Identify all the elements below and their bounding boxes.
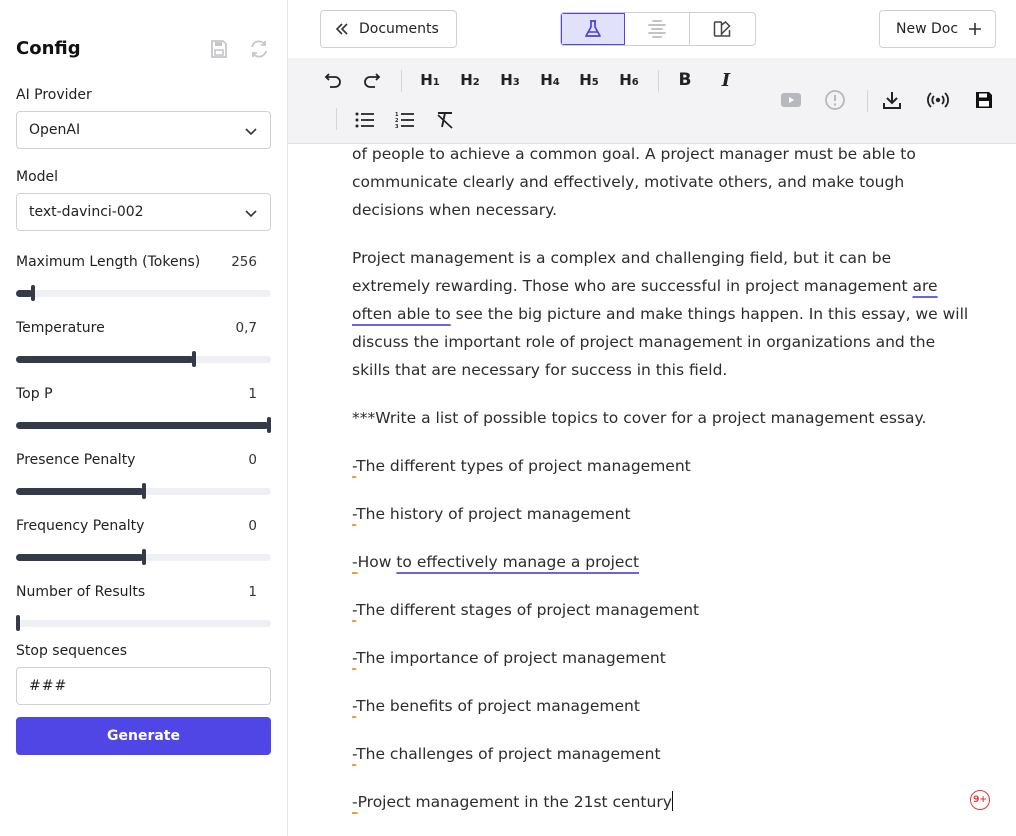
prompt-line: ***Write a list of possible topics to co… [352, 409, 927, 427]
stop-sequences-input[interactable]: ### [16, 667, 271, 705]
ai-provider-label: AI Provider [16, 87, 92, 103]
toolbar-divider [401, 70, 402, 92]
list-item: -The challenges of project management [352, 745, 661, 763]
new-doc-button[interactable]: New Doc [879, 10, 996, 48]
bullet-list-icon[interactable] [353, 108, 377, 132]
slider-thumb[interactable] [16, 615, 20, 631]
slider-thumb[interactable] [31, 285, 35, 301]
top-bar: Documents New Doc [288, 0, 1016, 58]
alert-circle-icon[interactable] [823, 88, 847, 112]
bold-button[interactable]: B [675, 68, 695, 92]
heading-2-button[interactable]: H2 [457, 68, 483, 92]
download-icon[interactable] [880, 88, 904, 112]
number-of-results-value: 1 [248, 584, 257, 600]
temperature-value: 0,7 [235, 320, 257, 336]
ai-provider-value: OpenAI [29, 122, 81, 138]
max-length-value: 256 [231, 254, 257, 270]
tab-outline[interactable] [625, 13, 690, 45]
frequency-penalty-slider[interactable] [16, 549, 271, 565]
max-length-slider[interactable] [16, 285, 271, 301]
model-select[interactable]: text-davinci-002 [16, 193, 271, 231]
top-p-value: 1 [248, 386, 257, 402]
broadcast-icon[interactable] [926, 88, 950, 112]
heading-3-button[interactable]: H3 [497, 68, 523, 92]
reset-config-icon[interactable] [248, 38, 270, 60]
number-of-results-label: Number of Results [16, 584, 146, 600]
frequency-penalty-value: 0 [248, 518, 257, 534]
config-title: Config [16, 38, 81, 59]
paragraph: Project management is a complex and chal… [352, 249, 969, 379]
documents-button[interactable]: Documents [320, 10, 457, 48]
heading-1-button[interactable]: H1 [417, 68, 443, 92]
presence-penalty-label: Presence Penalty [16, 452, 136, 468]
model-value: text-davinci-002 [29, 204, 144, 220]
toolbar-divider [336, 108, 337, 130]
presence-penalty-value: 0 [248, 452, 257, 468]
frequency-penalty-label: Frequency Penalty [16, 518, 145, 534]
list-item: -The different types of project manageme… [352, 457, 691, 475]
temperature-slider[interactable] [16, 351, 271, 367]
tab-theme[interactable] [690, 13, 755, 45]
slider-thumb[interactable] [192, 351, 196, 367]
number-of-results-slider[interactable] [16, 615, 271, 631]
issues-count-badge[interactable]: 9+ [970, 790, 990, 810]
grammar-suggestion[interactable]: to effectively manage a project [396, 553, 639, 571]
align-center-icon [648, 20, 666, 38]
list-item: -How to effectively manage a project [352, 553, 640, 571]
italic-button[interactable]: I [716, 68, 736, 92]
toolbar-divider [867, 90, 868, 112]
list-item: -The importance of project management [352, 649, 666, 667]
svg-text:3: 3 [395, 124, 399, 129]
list-item: -Project management in the 21st century [352, 791, 673, 811]
heading-5-button[interactable]: H5 [576, 68, 602, 92]
clear-format-icon[interactable] [433, 108, 457, 132]
top-p-slider[interactable] [16, 417, 271, 433]
config-sidebar: Config AI Provider OpenAI Model text-dav… [0, 0, 288, 836]
ai-provider-select[interactable]: OpenAI [16, 111, 271, 149]
slider-thumb[interactable] [267, 417, 271, 433]
tab-playground[interactable] [561, 13, 626, 45]
documents-label: Documents [359, 21, 439, 37]
double-chevron-left-icon [335, 23, 348, 35]
presence-penalty-slider[interactable] [16, 483, 271, 499]
numbered-list-icon[interactable]: 123 [393, 108, 417, 132]
generate-button[interactable]: Generate [16, 717, 271, 755]
heading-6-button[interactable]: H6 [616, 68, 642, 92]
redo-icon[interactable] [360, 68, 384, 92]
model-label: Model [16, 169, 59, 185]
flask-icon [585, 20, 602, 37]
top-p-label: Top P [16, 386, 53, 402]
paragraph: of people to achieve a common goal. A pr… [352, 145, 916, 219]
list-item: -The different stages of project managem… [352, 601, 700, 619]
new-doc-label: New Doc [896, 21, 959, 37]
list-item: -The benefits of project management [352, 697, 640, 715]
stop-sequences-label: Stop sequences [16, 643, 128, 659]
temperature-label: Temperature [16, 320, 105, 336]
plus-icon [969, 23, 982, 35]
view-switcher [560, 12, 756, 46]
chevron-down-icon [245, 128, 257, 136]
max-length-label: Maximum Length (Tokens) [16, 254, 201, 270]
palette-icon [714, 21, 731, 37]
undo-icon[interactable] [321, 68, 345, 92]
editor-toolbar: H1 H2 H3 H4 H5 H6 B I 123 [288, 58, 1016, 144]
slider-thumb[interactable] [142, 483, 146, 499]
save-icon[interactable] [972, 88, 996, 112]
chevron-down-icon [245, 210, 257, 218]
save-config-icon[interactable] [208, 38, 230, 60]
heading-4-button[interactable]: H4 [537, 68, 563, 92]
list-item: -The history of project management [352, 505, 631, 523]
text-caret [671, 791, 673, 811]
slider-thumb[interactable] [142, 549, 146, 565]
youtube-icon[interactable] [779, 88, 803, 112]
toolbar-divider [658, 70, 659, 92]
document-editor[interactable]: of people to achieve a common goal. A pr… [288, 144, 1016, 836]
